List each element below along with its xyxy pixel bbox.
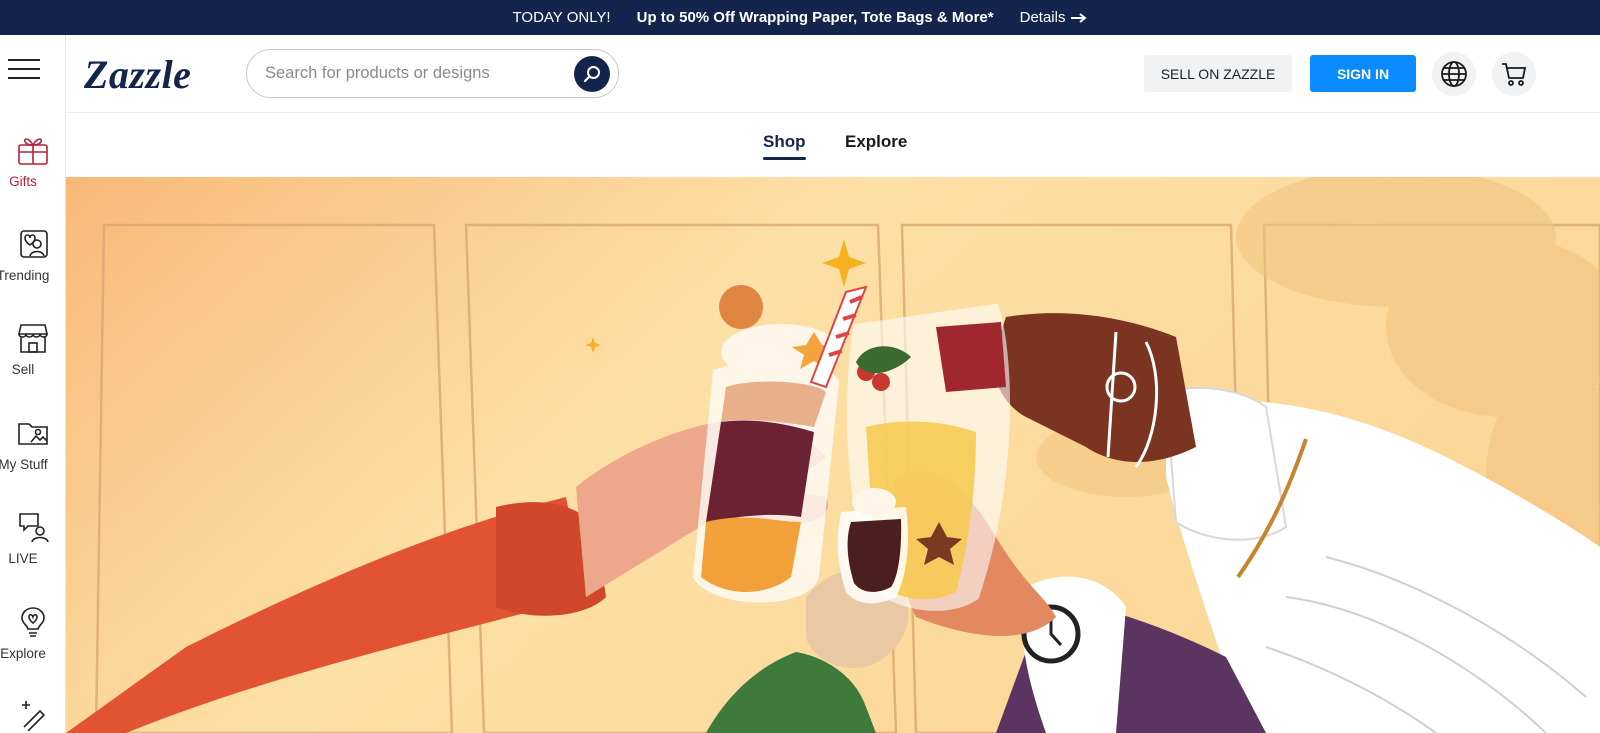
left-sidebar: Gifts Trending Sell My Stuff LIVE Explor…: [0, 35, 66, 733]
sidebar-item-sell[interactable]: Sell: [0, 321, 65, 377]
sidebar-item-label: My Stuff: [0, 457, 48, 472]
sidebar-item-gifts[interactable]: Gifts: [0, 133, 65, 189]
sidebar-item-label: Sell: [11, 362, 35, 377]
promo-banner: TODAY ONLY! Up to 50% Off Wrapping Paper…: [0, 0, 1600, 35]
site-header: Zazzle SELL ON ZAZZLE SIGN IN: [66, 35, 1600, 113]
promo-today-label: TODAY ONLY!: [512, 9, 611, 26]
hero-banner[interactable]: [66, 177, 1600, 733]
trending-heart-icon: [20, 230, 48, 258]
sidebar-item-label: Explore: [0, 646, 46, 661]
tab-explore[interactable]: Explore: [845, 132, 907, 152]
chat-person-icon: [19, 513, 49, 543]
language-button[interactable]: [1432, 52, 1476, 96]
sign-in-button[interactable]: SIGN IN: [1310, 55, 1416, 92]
search-input[interactable]: [265, 50, 555, 97]
promo-details-label: Details: [1019, 9, 1066, 26]
sidebar-item-create[interactable]: [0, 697, 65, 731]
gift-icon: [18, 138, 48, 165]
storefront-icon: [18, 324, 48, 353]
promo-offer-text[interactable]: Up to 50% Off Wrapping Paper, Tote Bags …: [637, 9, 994, 26]
hamburger-menu-icon[interactable]: [8, 59, 40, 79]
promo-details-link[interactable]: Details: [1020, 9, 1088, 26]
lightbulb-icon: [21, 607, 45, 637]
sidebar-item-my-stuff[interactable]: My Stuff: [0, 416, 65, 472]
sidebar-item-label: Gifts: [9, 174, 37, 189]
search-button[interactable]: [574, 56, 610, 92]
sidebar-item-trending[interactable]: Trending: [0, 227, 65, 283]
holiday-drinks-toast-illustration: [66, 177, 1600, 733]
folder-image-icon: [18, 423, 48, 445]
sidebar-item-label: Trending: [0, 268, 50, 283]
sell-on-zazzle-button[interactable]: SELL ON ZAZZLE: [1144, 55, 1292, 92]
tab-shop[interactable]: Shop: [763, 132, 806, 160]
magic-wand-icon: [22, 701, 46, 731]
sidebar-item-explore[interactable]: Explore: [0, 605, 65, 661]
sidebar-item-label: LIVE: [8, 551, 38, 566]
zazzle-logo[interactable]: Zazzle: [84, 51, 191, 98]
sidebar-item-live[interactable]: LIVE: [0, 510, 65, 566]
search-bar: [246, 49, 619, 98]
cart-icon: [1502, 63, 1527, 86]
shop-explore-tabs: Shop Explore: [66, 113, 1600, 177]
search-icon: [583, 66, 600, 83]
arrow-right-icon: [1071, 12, 1088, 23]
globe-icon: [1441, 61, 1467, 87]
cart-button[interactable]: [1492, 52, 1536, 96]
